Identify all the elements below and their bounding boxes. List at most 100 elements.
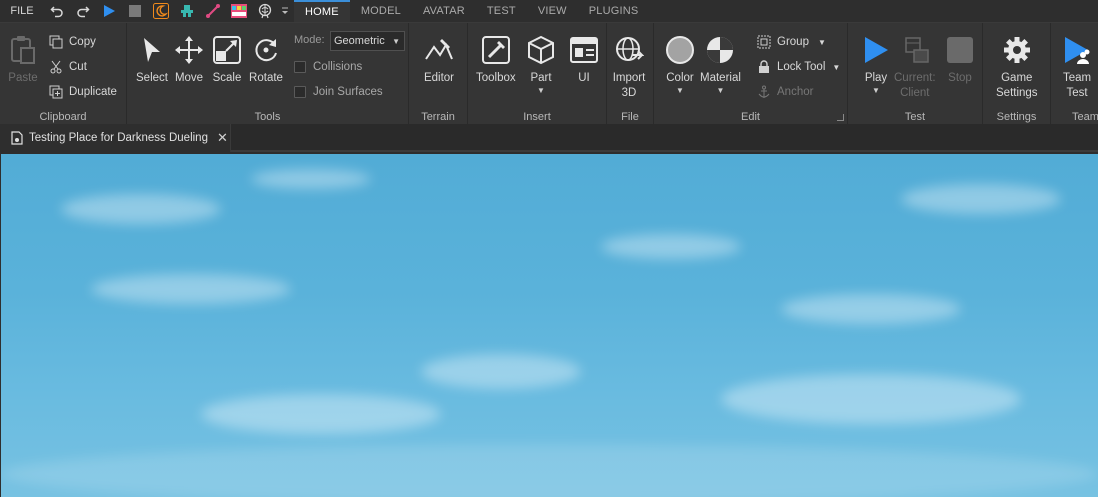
move-arrows-icon [172,33,206,67]
group-label: Group [777,36,809,48]
more-icon[interactable] [278,0,292,22]
mode-dropdown[interactable]: Geometric ▼ [330,31,405,51]
paste-button[interactable]: Paste [6,33,40,86]
lock-tool-chevron-down-icon[interactable]: ▼ [832,63,840,72]
play-icon[interactable] [96,0,122,22]
select-button[interactable]: Select [135,33,169,86]
game-settings-line2: Settings [996,87,1038,99]
game-settings-line1: Game [1001,72,1033,84]
mode-value: Geometric [334,35,385,47]
import-3d-line2: 3D [621,87,637,99]
game-settings-button[interactable]: Game Settings [996,33,1038,101]
settings-group: Game Settings Settings [983,23,1051,125]
undo-icon[interactable] [44,0,70,22]
redo-icon[interactable] [70,0,96,22]
color-button[interactable]: Color ▼ [663,33,697,95]
sky-cloud [781,294,961,324]
moon-icon[interactable] [148,0,174,22]
color-chevron-down-icon[interactable]: ▼ [676,87,684,95]
color-swatch-icon [663,33,697,67]
toolbox-label: Toolbox [476,72,516,84]
anchor-button[interactable]: Anchor [756,81,813,103]
paste-label: Paste [8,72,38,84]
sky-cloud [61,194,221,224]
rotate-button[interactable]: Rotate [249,33,283,86]
cut-button[interactable]: Cut [48,56,87,78]
cursor-arrow-icon [135,33,169,67]
part-chevron-down-icon[interactable]: ▼ [537,87,545,95]
sky-cloud [601,234,741,259]
insert-group: Toolbox Part ▼ UI Insert [468,23,607,125]
tools-group-label: Tools [254,111,281,123]
paste-icon [6,33,40,67]
tab-test[interactable]: TEST [476,0,527,22]
stop-button[interactable]: Stop [943,33,977,86]
group-button[interactable]: Group ▼ [756,31,826,53]
anchor-icon [756,84,772,100]
duplicate-label: Duplicate [69,86,117,98]
ui-label: UI [578,72,590,84]
play-chevron-down-icon[interactable]: ▼ [872,87,880,95]
terrain-editor-button[interactable]: Editor [422,33,456,86]
terrain-editor-label: Editor [423,72,455,84]
group-icon [756,34,772,50]
play-button[interactable]: Play ▼ [859,33,893,95]
current-client-line1: Current: [894,72,936,84]
copy-label: Copy [69,36,96,48]
join-surfaces-toggle[interactable]: Join Surfaces [294,81,383,103]
collisions-toggle[interactable]: Collisions [294,56,362,78]
group-chevron-down-icon[interactable]: ▼ [818,38,826,47]
rotate-icon [249,33,283,67]
character-icon[interactable] [174,0,200,22]
clipboard-group: Paste Copy Cut Duplicate Clipboard [0,23,127,125]
ui-button[interactable]: UI [567,33,601,86]
current-client-button[interactable]: Current: Client [894,33,936,101]
part-button[interactable]: Part ▼ [524,33,558,95]
tab-plugins[interactable]: PLUGINS [578,0,650,22]
collisions-checkbox[interactable] [294,61,306,73]
lock-tool-button[interactable]: Lock Tool ▼ [756,56,840,78]
close-tab-icon[interactable]: ✕ [217,130,228,146]
team-test-label: Team Test [1063,71,1091,101]
join-surfaces-checkbox[interactable] [294,86,306,98]
current-client-label: Current: Client [894,71,936,101]
duplicate-button[interactable]: Duplicate [48,81,117,103]
part-label: Part [530,72,552,84]
toolbox-button[interactable]: Toolbox [476,33,516,86]
sky-cloud [421,354,581,389]
duplicate-icon [48,84,64,100]
palette-icon[interactable] [226,0,252,22]
scale-icon [210,33,244,67]
rotate-label: Rotate [249,72,283,84]
tab-model[interactable]: MODEL [350,0,412,22]
play-label: Play [864,72,888,84]
file-menu[interactable]: FILE [0,0,44,22]
team-test-line1: Team [1062,72,1092,84]
file-group-label: File [621,111,639,123]
place-file-icon [11,131,23,145]
3d-viewport[interactable] [1,154,1098,497]
sky-cloud [1,444,1098,497]
stop-label: Stop [948,72,972,84]
tab-home[interactable]: HOME [294,0,350,22]
scale-button[interactable]: Scale [210,33,244,86]
import-3d-button[interactable]: Import 3D [612,33,646,101]
ribbon: Paste Copy Cut Duplicate Clipboard Tools… [0,22,1098,125]
stop-icon[interactable] [122,0,148,22]
ui-window-icon [567,33,601,67]
material-button[interactable]: Material ▼ [700,33,741,95]
test-group: Play ▼ Current: Client Stop Test [848,23,983,125]
edit-expand-icon[interactable] [837,114,844,121]
lock-tool-label: Lock Tool [777,61,826,73]
edit-group: Color ▼ Material ▼ Group ▼ Lock Tool ▼ A… [654,23,848,125]
tab-avatar[interactable]: AVATAR [412,0,476,22]
document-tab[interactable]: Testing Place for Darkness Dueling ✕ [0,124,231,152]
brain-icon[interactable] [252,0,278,22]
move-button[interactable]: Move [172,33,206,86]
tab-view[interactable]: VIEW [527,0,578,22]
line-tool-icon[interactable] [200,0,226,22]
material-chevron-down-icon[interactable]: ▼ [716,87,724,95]
copy-button[interactable]: Copy [48,31,96,53]
team-test-button[interactable]: Team Test [1060,33,1094,101]
sky-cloud [901,184,1061,214]
